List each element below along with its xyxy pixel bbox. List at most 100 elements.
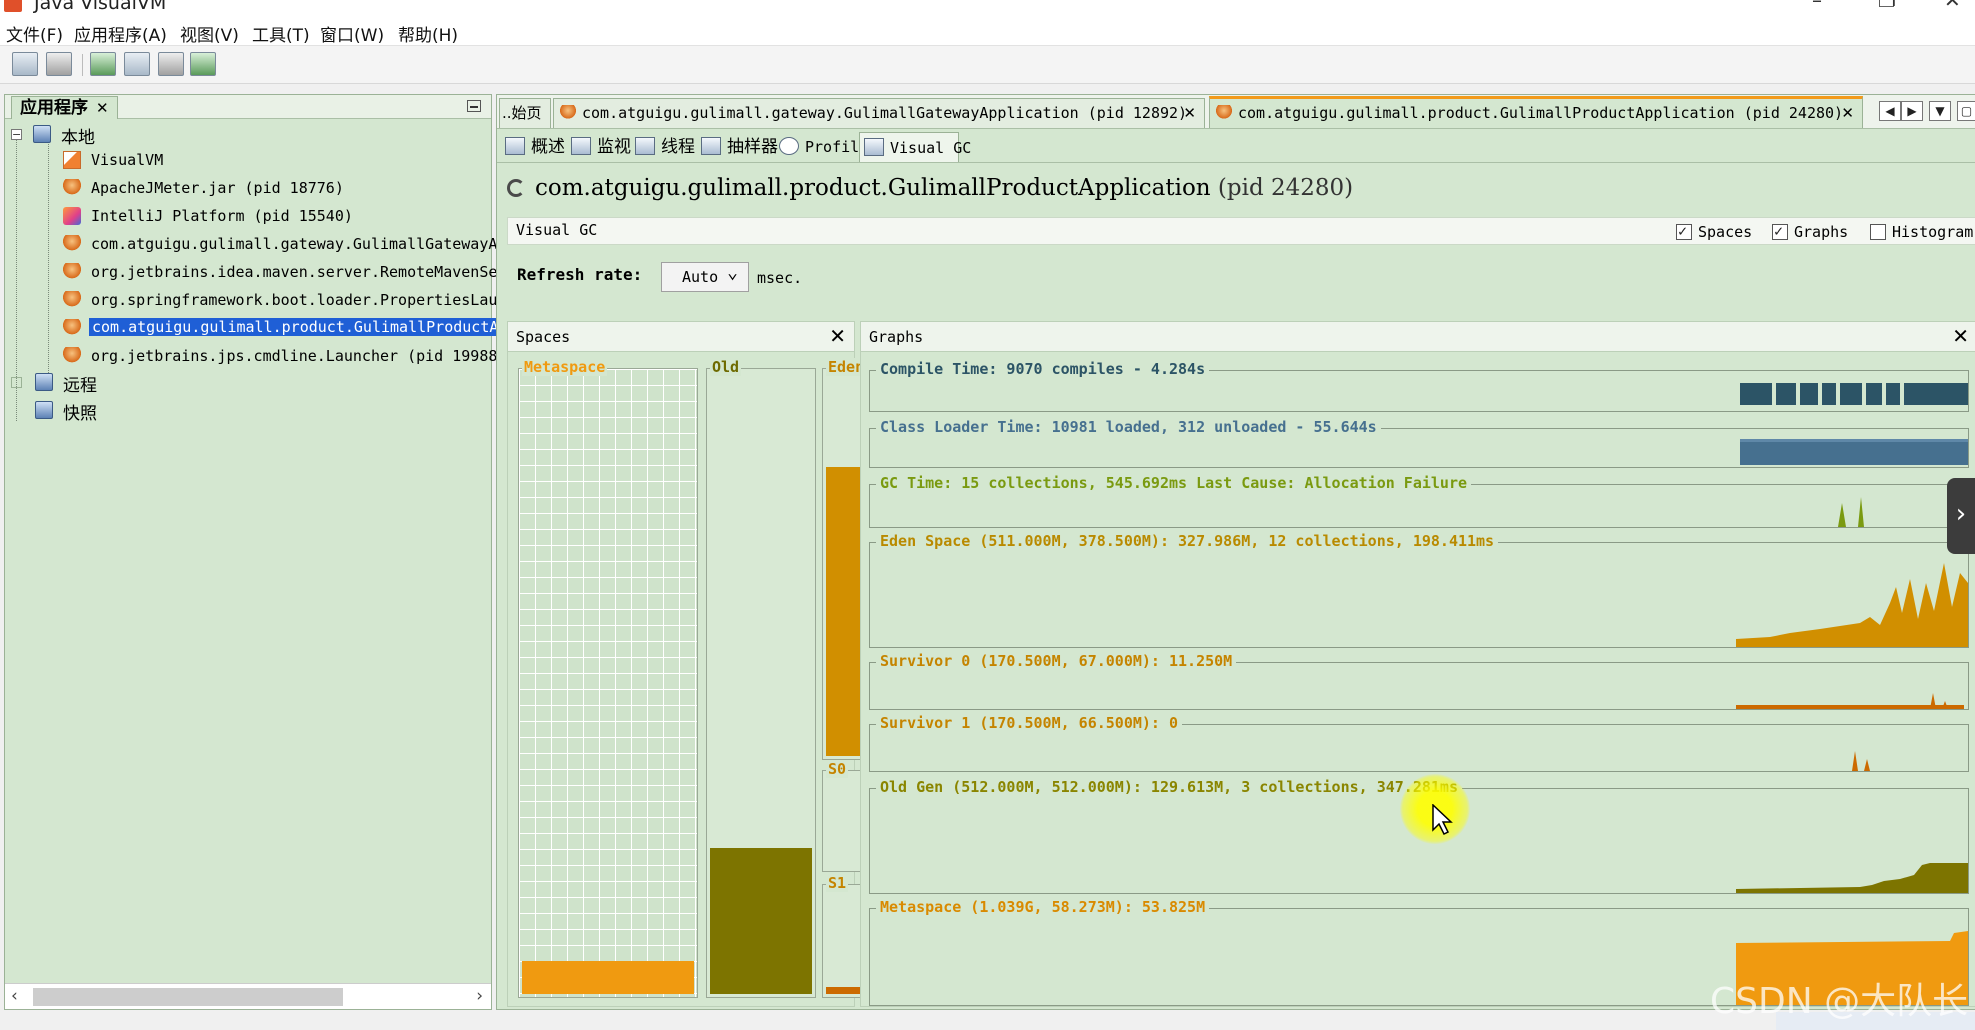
old-space	[706, 368, 816, 998]
maximize-window-icon[interactable]: ▢	[1957, 101, 1975, 121]
java-app-icon	[560, 105, 576, 121]
applications-tab[interactable]: 应用程序 ✕	[11, 96, 118, 119]
visualvm-icon	[63, 151, 81, 169]
class-loader-graph: Class Loader Time: 10981 loaded, 312 unl…	[869, 418, 1969, 468]
refresh-rate-select[interactable]: Auto	[661, 259, 749, 292]
document-tabs: ..始页 com.atguigu.gulimall.gateway.Gulima…	[497, 95, 1975, 129]
tree-node-snapshots[interactable]: 快照	[63, 399, 97, 424]
menu-view[interactable]: 视图(V)	[180, 21, 239, 46]
spaces-panel: Spaces ✕ Metaspace Old Eden S0 S1	[507, 321, 932, 1007]
menu-window[interactable]: 窗口(W)	[320, 21, 384, 46]
eden-space-graph: Eden Space (511.000M, 378.500M): 327.986…	[869, 532, 1969, 648]
eden-space-title: Eden Space (511.000M, 378.500M): 327.986…	[876, 532, 1499, 550]
threads-icon	[635, 137, 655, 155]
tab-threads-label: 线程	[661, 137, 695, 157]
close-icon[interactable]: ✕	[96, 99, 109, 117]
close-tab-icon[interactable]: ✕	[1183, 99, 1196, 127]
tree-node-remote[interactable]: 远程	[63, 371, 97, 396]
tabs-scroll-right-icon[interactable]: ▶	[1901, 101, 1923, 121]
survivor0-graph: Survivor 0 (170.500M, 67.000M): 11.250M	[869, 652, 1969, 710]
tree-item-intellij[interactable]: IntelliJ Platform (pid 15540)	[91, 207, 353, 225]
checkbox-checked-icon	[1676, 222, 1692, 240]
tree-item-properties-launcher[interactable]: org.springframework.boot.loader.Properti…	[91, 291, 506, 309]
close-icon[interactable]: ✕	[829, 324, 846, 348]
tree-item-product-selected[interactable]: com.atguigu.gulimall.product.GulimallPro…	[89, 318, 511, 336]
tab-overview-label: 概述	[531, 137, 565, 157]
histogram-checkbox[interactable]: Histogram	[1870, 223, 1973, 241]
open-file-icon[interactable]	[12, 52, 38, 76]
view-sub-tabs: 概述 监视 线程 抽样器 Profiler Visual GC	[497, 129, 1975, 163]
tabs-dropdown-icon[interactable]: ▼	[1929, 101, 1951, 121]
menu-bar: 文件(F) 应用程序(A) 视图(V) 工具(T) 窗口(W) 帮助(H)	[0, 16, 1975, 46]
java-app-icon	[63, 179, 81, 197]
snapshot-icon[interactable]	[190, 52, 216, 76]
add-jmx-connection-icon[interactable]	[90, 52, 116, 76]
tab-home[interactable]: ..始页	[499, 98, 551, 128]
tree-item-gateway[interactable]: com.atguigu.gulimall.gateway.GulimallGat…	[91, 235, 506, 253]
scroll-right-icon[interactable]: ›	[476, 986, 483, 1006]
menu-tools[interactable]: 工具(T)	[252, 21, 310, 46]
tree-node-local[interactable]: 本地	[61, 123, 95, 148]
checkbox-checked-icon	[1772, 222, 1788, 240]
snapshots-icon	[35, 401, 53, 419]
scrollbar-thumb[interactable]	[33, 988, 343, 1006]
tab-gateway[interactable]: com.atguigu.gulimall.gateway.GulimallGat…	[553, 98, 1205, 128]
save-icon[interactable]	[46, 52, 72, 76]
side-panel-expand-button[interactable]: ›	[1947, 478, 1975, 554]
close-tab-icon[interactable]: ✕	[1841, 99, 1854, 127]
survivor1-title: Survivor 1 (170.500M, 66.500M): 0	[876, 714, 1183, 732]
refresh-spinner-icon	[507, 179, 525, 197]
tab-product[interactable]: com.atguigu.gulimall.product.GulimallPro…	[1209, 96, 1863, 128]
tab-monitor-label: 监视	[597, 137, 631, 157]
tab-product-label: com.atguigu.gulimall.product.GulimallPro…	[1238, 104, 1844, 122]
tab-sampler-label: 抽样器	[727, 137, 778, 157]
monitor-icon	[571, 137, 591, 155]
tree-horizontal-scrollbar[interactable]: ‹ ›	[5, 983, 491, 1009]
visual-gc-label: Visual GC	[516, 221, 598, 239]
status-bar	[0, 1010, 1975, 1030]
tree-item-maven-server[interactable]: org.jetbrains.idea.maven.server.RemoteMa…	[91, 263, 506, 281]
graphs-checkbox[interactable]: Graphs	[1772, 222, 1848, 241]
thread-dump-icon[interactable]	[158, 52, 184, 76]
compile-time-graph: Compile Time: 9070 compiles - 4.284s	[869, 360, 1969, 412]
heap-dump-icon[interactable]	[124, 52, 150, 76]
java-app-icon	[1216, 105, 1232, 121]
tree-item-jps-launcher[interactable]: org.jetbrains.jps.cmdline.Launcher (pid …	[91, 347, 506, 365]
scroll-left-icon[interactable]: ‹	[11, 986, 18, 1006]
visualvm-app-icon	[4, 0, 22, 12]
compile-time-title: Compile Time: 9070 compiles - 4.284s	[876, 360, 1210, 378]
refresh-rate-unit: msec.	[757, 269, 803, 287]
visual-gc-header: Visual GC Spaces Graphs Histogram	[507, 217, 1975, 245]
histogram-checkbox-label: Histogram	[1892, 223, 1974, 241]
restore-button[interactable]: ❐	[1878, 0, 1896, 12]
java-app-icon	[63, 235, 81, 253]
graphs-title: Graphs	[869, 328, 924, 346]
minimize-button[interactable]: –	[1812, 0, 1822, 12]
window-title-bar: Java VisualVM – ❐ ✕	[0, 0, 1975, 16]
close-window-button[interactable]: ✕	[1944, 0, 1961, 12]
spaces-checkbox[interactable]: Spaces	[1676, 222, 1753, 241]
s1-label: S1	[826, 874, 849, 892]
menu-file[interactable]: 文件(F)	[6, 21, 63, 46]
menu-help[interactable]: 帮助(H)	[398, 21, 458, 46]
local-computer-icon	[33, 125, 51, 143]
menu-application[interactable]: 应用程序(A)	[74, 21, 167, 46]
close-icon[interactable]: ✕	[1952, 324, 1969, 348]
window-title: Java VisualVM	[34, 0, 167, 14]
tree-item-jmeter[interactable]: ApacheJMeter.jar (pid 18776)	[91, 179, 344, 197]
applications-panel-header: 应用程序 ✕	[5, 95, 491, 119]
refresh-rate-value: Auto	[682, 268, 719, 286]
minimize-panel-icon[interactable]	[467, 100, 481, 112]
tree-collapse-toggle[interactable]: −	[11, 129, 22, 140]
survivor1-graph: Survivor 1 (170.500M, 66.500M): 0	[869, 714, 1969, 772]
tab-overview[interactable]: 概述	[501, 132, 565, 162]
tree-item-visualvm[interactable]: VisualVM	[91, 151, 163, 169]
tabs-scroll-left-icon[interactable]: ◀	[1879, 101, 1901, 121]
spaces-panel-header: Spaces ✕	[508, 322, 854, 352]
survivor0-plot	[1736, 693, 1964, 709]
tab-visual-gc-label: Visual GC	[890, 139, 972, 157]
tab-visual-gc[interactable]: Visual GC	[859, 132, 971, 162]
spaces-checkbox-label: Spaces	[1698, 223, 1753, 241]
class-loader-title: Class Loader Time: 10981 loaded, 312 unl…	[876, 418, 1381, 436]
spaces-title: Spaces	[516, 328, 571, 346]
